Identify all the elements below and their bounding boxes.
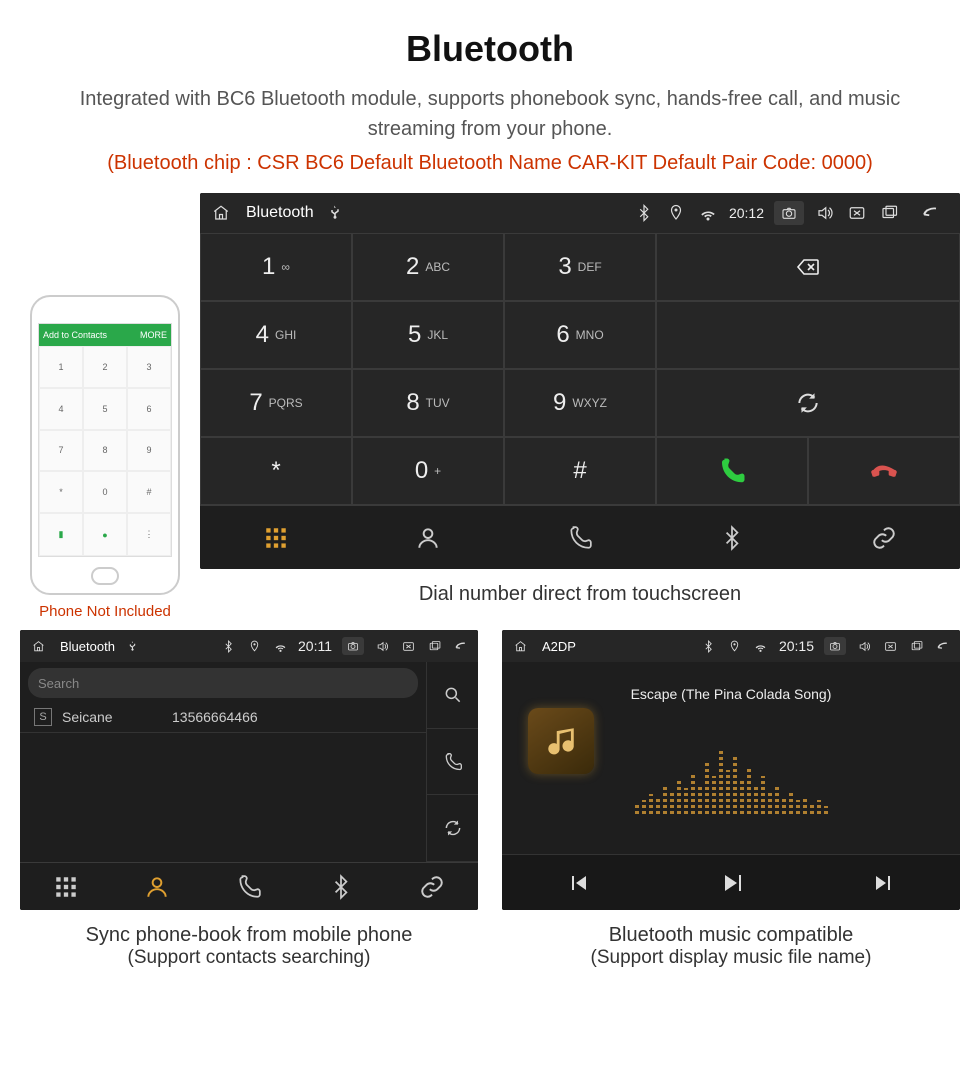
dialer-statusbar: Bluetooth 20:12 <box>200 193 960 233</box>
dialer-caption: Dial number direct from touchscreen <box>200 569 960 620</box>
key-7[interactable]: 7PQRS <box>200 369 352 437</box>
page-spec: (Bluetooth chip : CSR BC6 Default Blueto… <box>0 144 980 193</box>
camera-icon[interactable] <box>774 201 804 225</box>
phone-mock-caption: Phone Not Included <box>20 595 190 620</box>
mock-keypad: 123 456 789 *0# ▮●⋮ <box>39 346 171 556</box>
dialer-panel: Bluetooth 20:12 1∞2ABC3DEF 4GHI5JKL6MNO 7P… <box>200 193 960 569</box>
key-5[interactable]: 5JKL <box>352 301 504 369</box>
key-#[interactable]: # <box>504 437 656 505</box>
contact-number: 13566664466 <box>172 709 258 725</box>
prev-track-button[interactable] <box>502 854 655 910</box>
next-track-button[interactable] <box>807 854 960 910</box>
music-track-title: Escape (The Pina Colada Song) <box>631 682 832 712</box>
contacts-panel: Bluetooth 20:11 Search <box>20 630 478 910</box>
camera-icon[interactable] <box>342 637 364 655</box>
wifi-icon <box>697 202 719 224</box>
back-icon[interactable] <box>910 202 950 224</box>
contacts-tabs <box>20 862 478 910</box>
search-input[interactable]: Search <box>28 668 418 698</box>
key-6[interactable]: 6MNO <box>504 301 656 369</box>
volume-icon[interactable] <box>374 638 390 654</box>
phone-mockup: Add to Contacts MORE 123 456 789 *0# ▮●⋮… <box>20 295 190 620</box>
contacts-search-button[interactable] <box>426 662 478 729</box>
call-button[interactable] <box>656 437 808 505</box>
contacts-caption: Sync phone-book from mobile phone (Suppo… <box>20 910 478 983</box>
usb-icon <box>324 202 346 224</box>
key-0[interactable]: 0+ <box>352 437 504 505</box>
play-pause-button[interactable] <box>655 854 808 910</box>
tab-pair[interactable] <box>808 505 960 569</box>
key-8[interactable]: 8TUV <box>352 369 504 437</box>
page-description: Integrated with BC6 Bluetooth module, su… <box>0 84 980 144</box>
bluetooth-icon <box>701 638 717 654</box>
recent-apps-icon[interactable] <box>908 638 924 654</box>
volume-icon[interactable] <box>856 638 872 654</box>
album-art-icon <box>528 708 594 774</box>
recent-apps-icon[interactable] <box>878 202 900 224</box>
wifi-icon <box>753 638 769 654</box>
music-panel: A2DP 20:15 Escape (The Pina Colada Song) <box>502 630 960 910</box>
key-3[interactable]: 3DEF <box>504 233 656 301</box>
dialer-tabs <box>200 505 960 569</box>
statusbar-title: Bluetooth <box>56 639 115 654</box>
statusbar-title: A2DP <box>538 639 576 654</box>
contact-badge: S <box>34 708 52 726</box>
location-icon <box>727 638 743 654</box>
backspace-button[interactable] <box>656 233 960 301</box>
tab-bluetooth[interactable] <box>656 505 808 569</box>
close-icon[interactable] <box>882 638 898 654</box>
music-caption: Bluetooth music compatible (Support disp… <box>502 910 960 983</box>
home-icon[interactable] <box>210 202 232 224</box>
tab-keypad[interactable] <box>20 862 112 910</box>
mock-home-button <box>91 567 119 585</box>
tab-keypad[interactable] <box>200 505 352 569</box>
home-icon[interactable] <box>512 638 528 654</box>
back-icon[interactable] <box>934 638 950 654</box>
key-1[interactable]: 1∞ <box>200 233 352 301</box>
empty-cell <box>656 301 960 369</box>
tab-recent-calls[interactable] <box>504 505 656 569</box>
usb-icon <box>125 638 141 654</box>
equalizer-visual <box>635 742 828 814</box>
statusbar-time: 20:12 <box>729 205 764 221</box>
music-controls <box>502 854 960 910</box>
contact-name: Seicane <box>62 709 162 725</box>
bluetooth-icon <box>220 638 236 654</box>
statusbar-time: 20:15 <box>779 638 814 654</box>
key-9[interactable]: 9WXYZ <box>504 369 656 437</box>
tab-contacts[interactable] <box>352 505 504 569</box>
redial-button[interactable] <box>656 369 960 437</box>
contacts-call-button[interactable] <box>426 729 478 796</box>
mock-bar-right: MORE <box>140 330 167 340</box>
tab-pair[interactable] <box>386 862 478 910</box>
volume-icon[interactable] <box>814 202 836 224</box>
close-icon[interactable] <box>400 638 416 654</box>
bluetooth-icon <box>633 202 655 224</box>
key-4[interactable]: 4GHI <box>200 301 352 369</box>
recent-apps-icon[interactable] <box>426 638 442 654</box>
location-icon <box>246 638 262 654</box>
tab-contacts[interactable] <box>112 862 204 910</box>
key-*[interactable]: * <box>200 437 352 505</box>
key-2[interactable]: 2ABC <box>352 233 504 301</box>
location-icon <box>665 202 687 224</box>
statusbar-time: 20:11 <box>298 638 332 654</box>
home-icon[interactable] <box>30 638 46 654</box>
wifi-icon <box>272 638 288 654</box>
contacts-sync-button[interactable] <box>426 795 478 862</box>
back-icon[interactable] <box>452 638 468 654</box>
contact-row[interactable]: S Seicane 13566664466 <box>20 702 426 733</box>
statusbar-title: Bluetooth <box>242 204 314 222</box>
end-call-button[interactable] <box>808 437 960 505</box>
tab-bluetooth[interactable] <box>295 862 387 910</box>
camera-icon[interactable] <box>824 637 846 655</box>
page-title: Bluetooth <box>0 0 980 84</box>
tab-recent-calls[interactable] <box>203 862 295 910</box>
mock-bar-left: Add to Contacts <box>43 330 107 340</box>
search-placeholder: Search <box>38 676 79 691</box>
music-statusbar: A2DP 20:15 <box>502 630 960 662</box>
close-icon[interactable] <box>846 202 868 224</box>
contacts-statusbar: Bluetooth 20:11 <box>20 630 478 662</box>
